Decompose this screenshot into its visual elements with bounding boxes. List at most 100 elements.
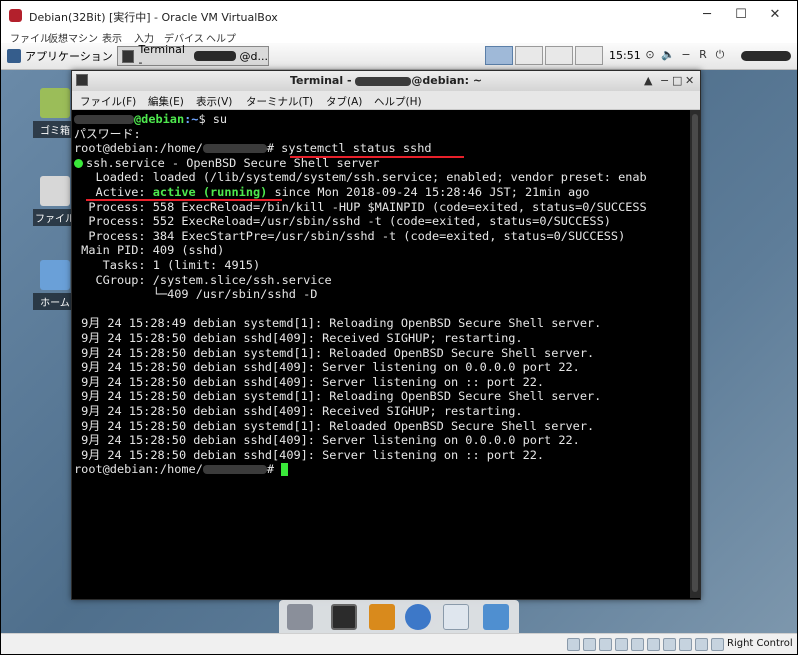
taskbar-terminal-label: Terminal - — [138, 43, 185, 69]
terminal-line-process-3: Process: 384 ExecStartPre=/usr/sbin/sshd… — [74, 228, 626, 243]
prompt-host: @debian — [134, 112, 185, 126]
workspace-2[interactable] — [515, 46, 543, 65]
app-finder-icon[interactable] — [443, 604, 469, 630]
terminal-menu-view[interactable]: 表示(V) — [196, 94, 232, 109]
terminal-line-command: root@debian:/home/ # systemctl status ssh… — [74, 141, 432, 156]
redacted-username — [202, 144, 267, 154]
log-line: 9月 24 15:28:50 debian sshd[409]: Receive… — [74, 331, 523, 345]
panel-clock[interactable]: 15:51 — [609, 49, 641, 62]
terminal-line-final-prompt: root@debian:/home/ # — [74, 462, 289, 477]
redacted-username — [355, 76, 412, 86]
service-text: ssh.service - OpenBSD Secure Shell serve… — [86, 155, 380, 170]
drive-icon — [40, 176, 70, 206]
log-line: 9月 24 15:28:50 debian sshd[409]: Receive… — [74, 404, 523, 418]
redacted-username — [202, 465, 267, 475]
audio-icon[interactable] — [599, 638, 612, 651]
power-icon[interactable]: ⏻ — [713, 48, 727, 62]
prompt-path: :~ — [184, 112, 199, 126]
usb-icon[interactable] — [631, 638, 644, 651]
file-manager-icon[interactable] — [369, 604, 395, 630]
trash-icon — [40, 88, 70, 118]
terminal-maximize-button[interactable]: □ — [672, 74, 682, 87]
terminal-line-service: ssh.service - OpenBSD Secure Shell serve… — [74, 156, 380, 171]
screenshot-frame: Debian(32Bit) [実行中] - Oracle VM VirtualB… — [0, 0, 798, 655]
web-browser-icon[interactable] — [405, 604, 431, 630]
terminal-menu-help[interactable]: ヘルプ(H) — [374, 94, 422, 109]
log-line: 9月 24 15:28:50 debian sshd[409]: Server … — [74, 374, 545, 389]
terminal-output[interactable]: @debian:~$ su パスワード: root@debian:/home/ #… — [72, 110, 690, 598]
scrollbar-thumb[interactable] — [692, 114, 698, 592]
active-state: active (running) — [152, 185, 268, 199]
optical-drive-icon[interactable] — [583, 638, 596, 651]
taskbar-terminal-button[interactable]: Terminal - @d... — [117, 43, 269, 69]
window-title: Debian(32Bit) [実行中] - Oracle VM VirtualB… — [29, 11, 278, 24]
workspace-1[interactable] — [485, 46, 513, 65]
workspace-3[interactable] — [545, 46, 573, 65]
terminal-menu-terminal[interactable]: ターミナル(T) — [246, 94, 313, 109]
terminal-icon — [122, 49, 135, 63]
terminal-line-tasks: Tasks: 1 (limit: 4915) — [74, 258, 261, 272]
log-line: 9月 24 15:28:50 debian sshd[409]: Server … — [74, 447, 545, 462]
command-text: # systemctl status sshd — [266, 141, 432, 156]
terminal-titlebar[interactable]: Terminal - @debian: ~ ▲ − □ ✕ — [72, 71, 700, 91]
terminal-window[interactable]: Terminal - @debian: ~ ▲ − □ ✕ ファイル(F) 編集… — [71, 70, 701, 600]
applications-label: アプリケーション — [25, 50, 113, 63]
terminal-minimize-button[interactable]: − — [660, 74, 669, 87]
terminal-line-cgroup-child: └─409 /usr/sbin/sshd -D — [74, 287, 318, 302]
network-icon[interactable]: ⊙ — [643, 48, 657, 62]
video-capture-icon[interactable] — [679, 638, 692, 651]
terminal-title: Terminal - @debian: ~ — [72, 74, 700, 87]
close-button[interactable]: ✕ — [759, 5, 791, 25]
home-folder-icon — [40, 260, 70, 290]
minimize-button[interactable]: ─ — [691, 5, 723, 25]
terminal-launcher-icon[interactable] — [331, 604, 357, 630]
terminal-line-prompt-user: @debian:~$ su — [74, 112, 227, 127]
log-line: 9月 24 15:28:49 debian systemd[1]: Reload… — [74, 316, 602, 331]
log-line: 9月 24 15:28:50 debian sshd[409]: Server … — [74, 360, 580, 375]
status-dot-icon — [74, 158, 83, 168]
terminal-line-password: パスワード: — [74, 126, 141, 141]
terminal-line-process-1: Process: 558 ExecReload=/bin/kill -HUP $… — [74, 199, 647, 214]
prompt-command: $ su — [198, 112, 228, 126]
terminal-menu-tabs[interactable]: タブ(A) — [326, 94, 362, 109]
minus-icon[interactable]: − — [679, 48, 693, 62]
prompt-hash: # — [266, 462, 275, 477]
virtualbox-menubar: ファイル 仮想マシン 表示 入力 デバイス ヘルプ — [1, 31, 797, 45]
terminal-title-suffix: @debian: ~ — [411, 74, 483, 87]
virtualbox-statusbar: Right Control — [1, 633, 797, 654]
redacted-panel-user[interactable] — [741, 51, 791, 61]
applications-menu[interactable]: アプリケーション — [7, 47, 113, 65]
terminal-line-mainpid: Main PID: 409 (sshd) — [74, 243, 225, 258]
terminal-menu-edit[interactable]: 編集(E) — [148, 94, 184, 109]
log-line: 9月 24 15:28:50 debian systemd[1]: Reload… — [74, 389, 602, 404]
shared-folders-icon[interactable] — [647, 638, 660, 651]
log-line: 9月 24 15:28:50 debian systemd[1]: Reload… — [74, 345, 595, 360]
terminal-line-process-2: Process: 552 ExecReload=/usr/sbin/sshd -… — [74, 214, 611, 229]
terminal-close-button[interactable]: ✕ — [685, 74, 694, 87]
log-line: 9月 24 15:28:50 debian systemd[1]: Reload… — [74, 418, 595, 433]
show-desktop-icon[interactable] — [287, 604, 313, 630]
applications-icon — [7, 49, 21, 63]
registered-icon[interactable]: R — [696, 48, 710, 62]
virtualbox-titlebar: Debian(32Bit) [実行中] - Oracle VM VirtualB… — [1, 1, 797, 31]
network-adapter-icon[interactable] — [615, 638, 628, 651]
virtualbox-app-icon — [9, 9, 22, 22]
folder-icon[interactable] — [483, 604, 509, 630]
terminal-line-loaded: Loaded: loaded (/lib/systemd/system/ssh.… — [74, 170, 647, 185]
terminal-menu-button[interactable]: ▲ — [644, 74, 652, 87]
redacted-username — [193, 51, 236, 61]
mouse-integration-icon[interactable] — [711, 638, 724, 651]
terminal-menu-file[interactable]: ファイル(F) — [80, 94, 136, 109]
maximize-button[interactable]: ☐ — [725, 5, 757, 25]
volume-icon[interactable]: 🔈 — [661, 48, 675, 62]
terminal-scrollbar[interactable] — [690, 110, 700, 598]
root-prompt: root@debian:/home/ — [74, 141, 203, 156]
cpu-icon[interactable] — [695, 638, 708, 651]
hdd-icon[interactable] — [567, 638, 580, 651]
terminal-title-prefix: Terminal - — [289, 74, 356, 87]
display-icon[interactable] — [663, 638, 676, 651]
root-prompt: root@debian:/home/ — [74, 462, 203, 477]
dock — [279, 600, 519, 633]
guest-top-panel: アプリケーション Terminal - @d... 15:51 ⊙ 🔈 − R … — [1, 43, 797, 70]
workspace-4[interactable] — [575, 46, 603, 65]
